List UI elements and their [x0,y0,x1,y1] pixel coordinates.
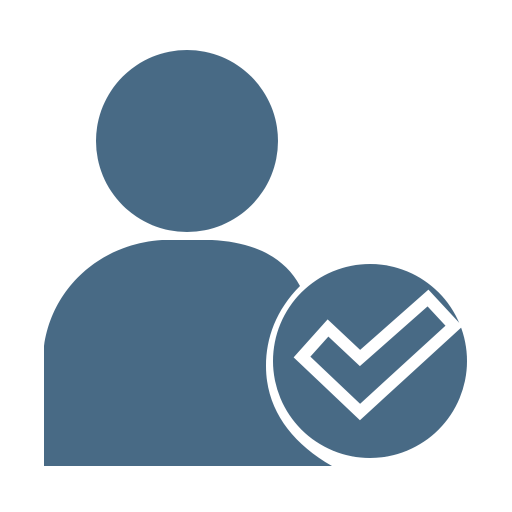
user-verified-icon [44,50,467,466]
icon-canvas [0,0,512,512]
user-head-icon [96,50,278,232]
